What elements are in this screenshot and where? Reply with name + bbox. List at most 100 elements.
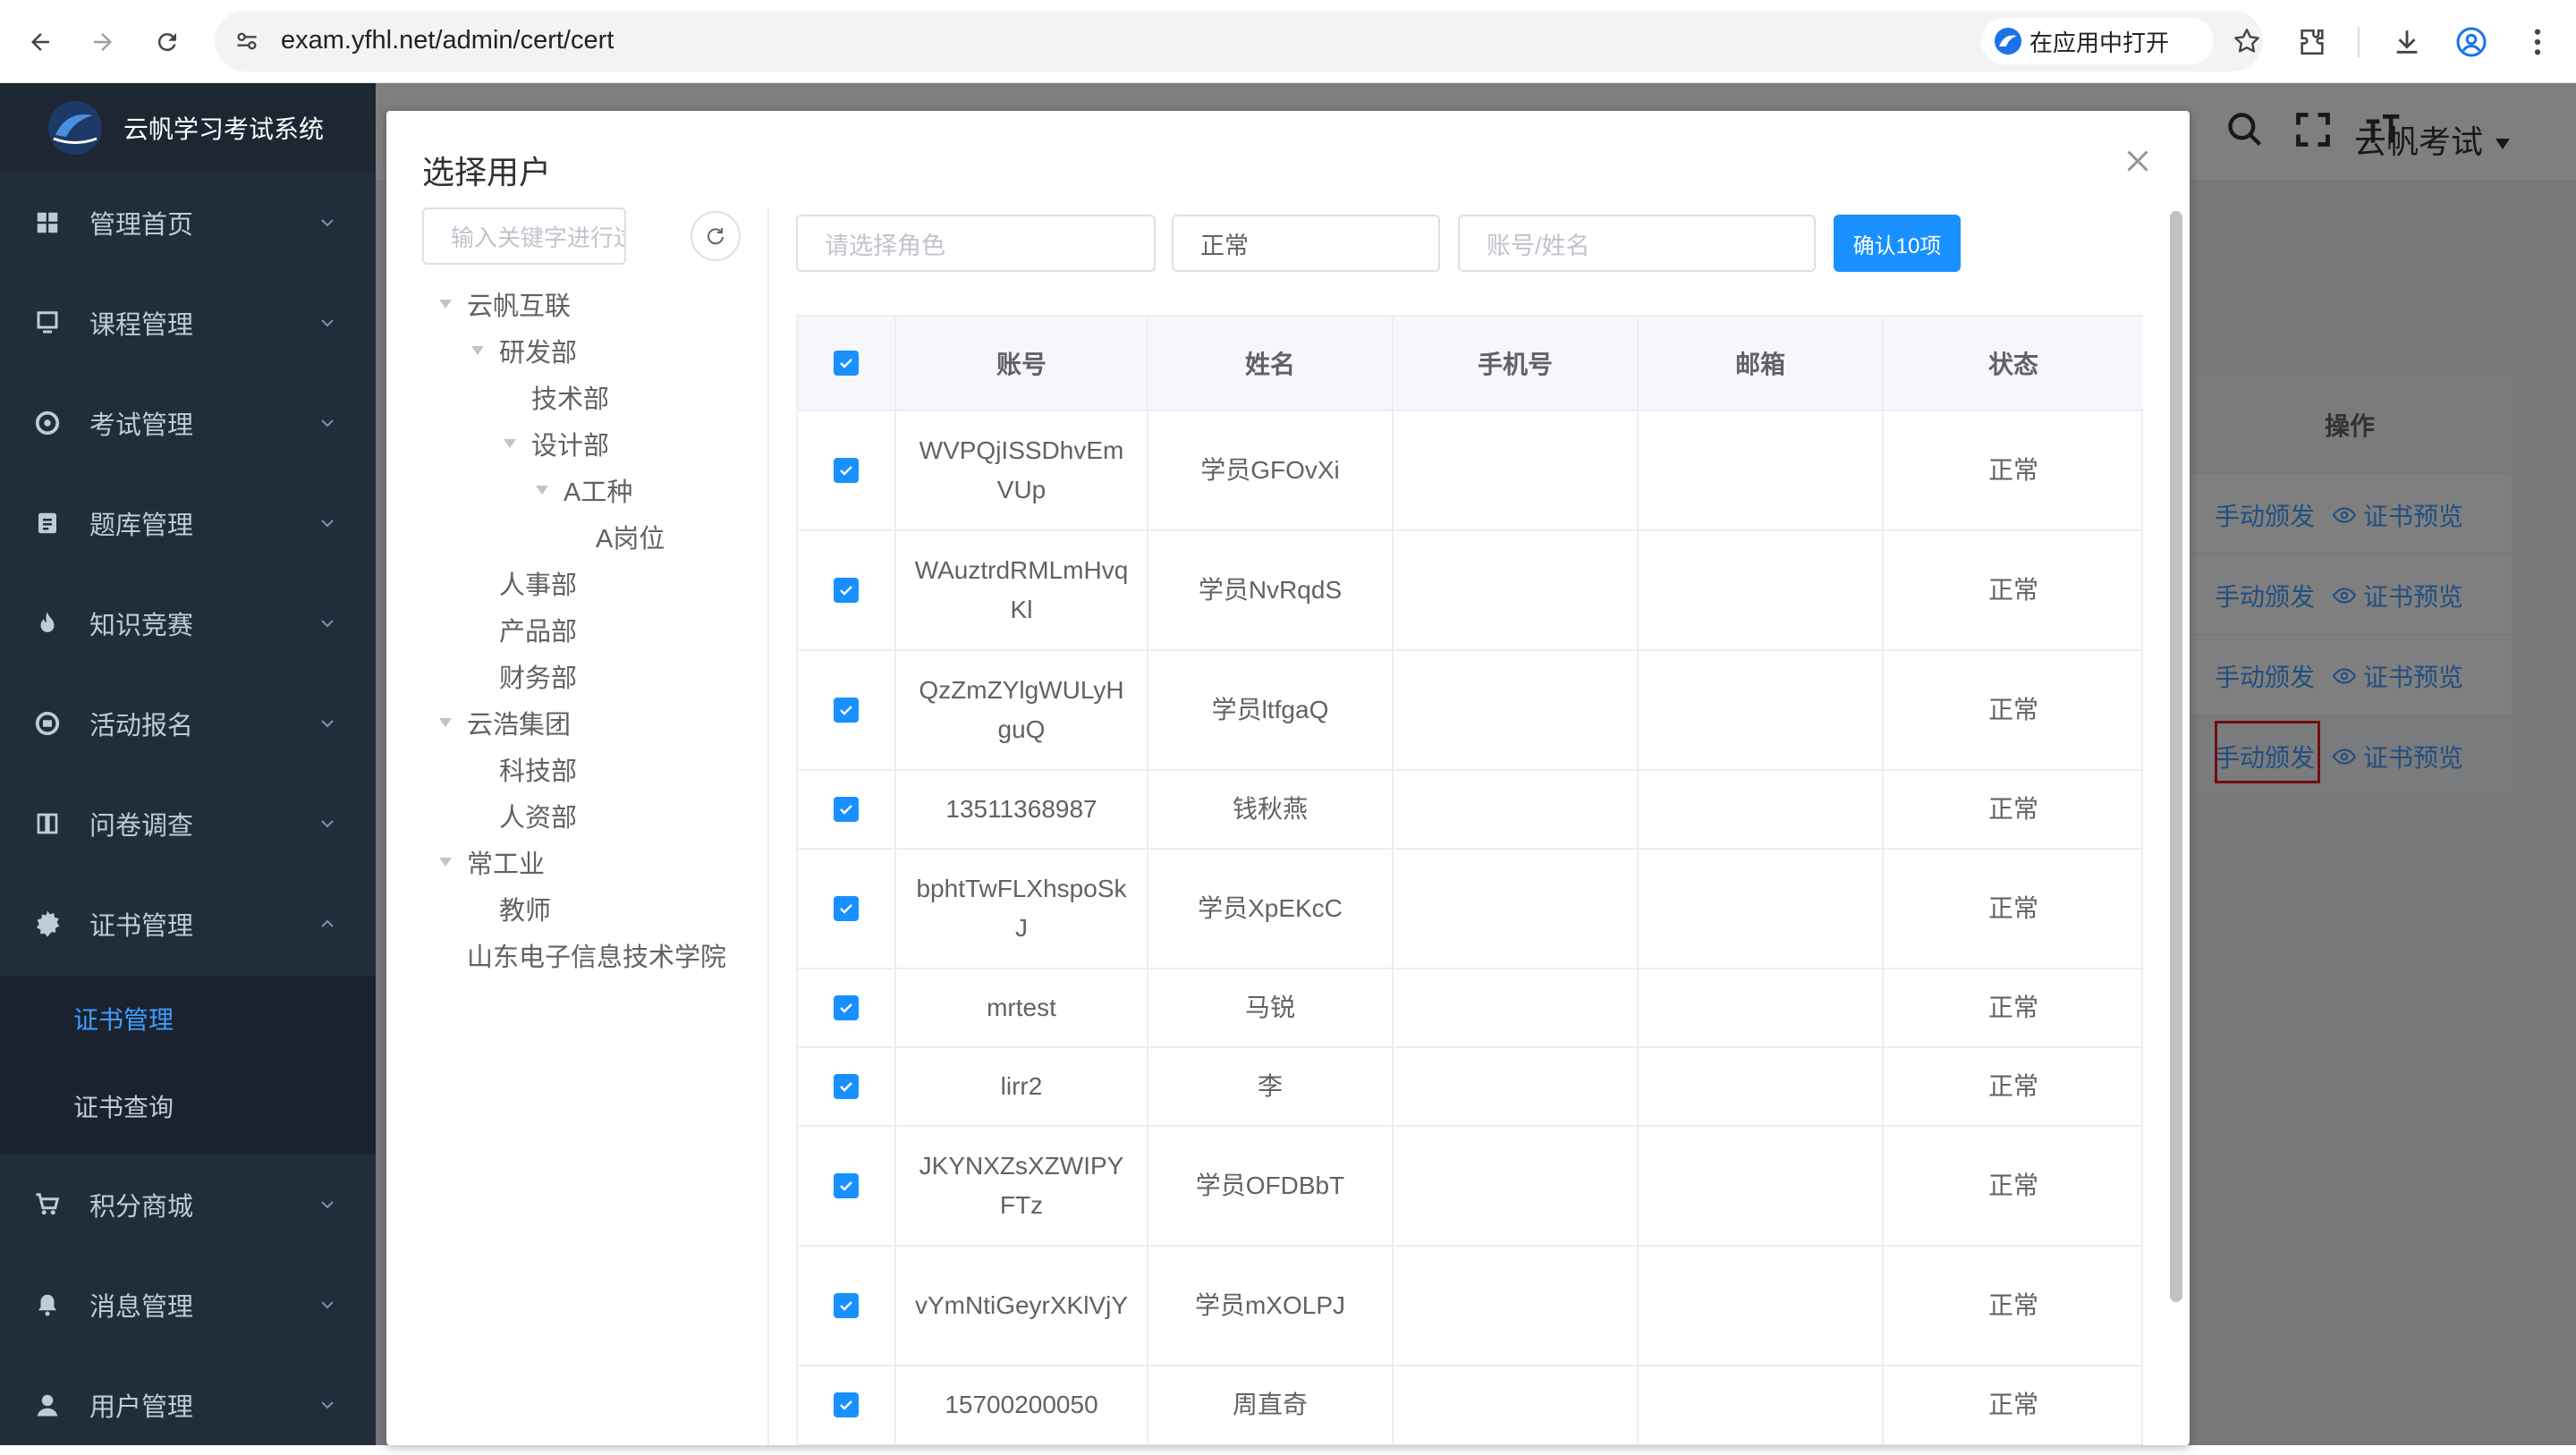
table-row[interactable] — [798, 531, 896, 651]
tree-node-tech[interactable]: 技术部 — [497, 377, 609, 417]
row-checkbox[interactable] — [834, 698, 859, 723]
tree-node-product[interactable]: 产品部 — [465, 610, 577, 649]
caret-down-icon[interactable] — [433, 292, 458, 317]
table-row[interactable] — [798, 1247, 896, 1366]
phone-cell — [1394, 850, 1639, 969]
close-icon[interactable] — [2122, 145, 2154, 177]
tree-node-label: 云浩集团 — [467, 711, 572, 740]
chevron-down-icon — [321, 520, 334, 528]
sidebar-item-label: 用户管理 — [89, 1393, 194, 1422]
tree-refresh-button[interactable] — [691, 211, 741, 261]
sidebar-item-messages[interactable]: 消息管理 — [0, 1255, 376, 1355]
status-cell: 正常 — [1884, 1048, 2143, 1127]
status-cell: 正常 — [1884, 969, 2143, 1048]
tree-node-finance[interactable]: 财务部 — [465, 656, 577, 696]
account-search-input[interactable]: 账号/姓名 — [1458, 215, 1816, 272]
tree-node-a-type[interactable]: A工种 — [530, 470, 632, 510]
table-row[interactable] — [798, 651, 896, 771]
column-header-status: 状态 — [1884, 317, 2143, 411]
caret-down-icon[interactable] — [433, 710, 458, 735]
tree-node-hr2[interactable]: 人资部 — [465, 796, 577, 835]
open-in-app-button[interactable]: 在应用中打开 — [1981, 18, 2214, 64]
site-info-icon[interactable] — [225, 20, 268, 63]
sidebar-item-question-bank[interactable]: 题库管理 — [0, 473, 376, 573]
row-checkbox[interactable] — [834, 1173, 859, 1198]
tree-filter-input[interactable]: 输入关键字进行过滤 — [422, 207, 626, 265]
caret-down-icon[interactable] — [433, 850, 458, 875]
tree-node-hr[interactable]: 人事部 — [465, 563, 577, 603]
caret-down-icon[interactable] — [465, 338, 490, 363]
account-cell: vYmNtiGeyrXKlVjY — [896, 1247, 1148, 1366]
row-checkbox[interactable] — [834, 1293, 859, 1318]
select-all-checkbox[interactable] — [834, 351, 859, 376]
tree-node-teacher[interactable]: 教师 — [465, 889, 551, 928]
check-icon — [840, 805, 852, 815]
sidebar-item-certificate[interactable]: 证书管理 — [0, 874, 376, 974]
bookmark-star-icon[interactable] — [2225, 20, 2268, 63]
status-cell: 正常 — [1884, 411, 2143, 531]
status-select[interactable]: 正常 — [1172, 215, 1440, 272]
sidebar-item-activity[interactable]: 活动报名 — [0, 673, 376, 774]
chevron-down-icon — [321, 1301, 334, 1309]
sidebar-item-survey[interactable]: 问卷调查 — [0, 774, 376, 874]
tree-node-yunhao[interactable]: 云浩集团 — [433, 703, 571, 742]
tree-node-science[interactable]: 科技部 — [465, 749, 577, 789]
sidebar-item-label: 管理首页 — [89, 211, 194, 240]
status-cell: 正常 — [1884, 771, 2143, 850]
dialog-title: 选择用户 — [422, 154, 552, 190]
row-checkbox[interactable] — [834, 896, 859, 921]
sidebar-item-users[interactable]: 用户管理 — [0, 1355, 376, 1455]
row-checkbox[interactable] — [834, 1392, 859, 1417]
caret-down-icon[interactable] — [530, 478, 555, 503]
logo-text: 云帆学习考试系统 — [123, 115, 325, 143]
confirm-button[interactable]: 确认10项 — [1834, 215, 1961, 272]
more-menu-icon[interactable] — [2515, 20, 2560, 64]
panel-divider — [767, 207, 769, 1445]
url-text[interactable]: exam.yfhl.net/admin/cert/cert — [281, 26, 614, 55]
logo[interactable]: 云帆学习考试系统 — [0, 83, 376, 173]
profile-icon[interactable] — [2449, 20, 2494, 64]
tree-node-changgongye[interactable]: 常工业 — [433, 842, 545, 882]
table-row[interactable] — [798, 1048, 896, 1127]
submenu-cert-manage[interactable]: 证书管理 — [73, 1001, 174, 1036]
sidebar-item-contest[interactable]: 知识竞赛 — [0, 573, 376, 673]
caret-down-icon[interactable] — [497, 431, 522, 456]
row-checkbox[interactable] — [834, 797, 859, 822]
sidebar-item-exam[interactable]: 考试管理 — [0, 373, 376, 473]
role-select[interactable]: 请选择角色 — [796, 215, 1156, 272]
sidebar-item-label: 证书管理 — [89, 912, 194, 941]
name-cell: 李 — [1148, 1048, 1394, 1127]
tree-node-shandong[interactable]: 山东电子信息技术学院 — [433, 935, 726, 975]
browser-toolbar: exam.yfhl.net/admin/cert/cert 在应用中打开 — [0, 0, 2576, 83]
tree-node-a-post[interactable]: A岗位 — [562, 517, 665, 556]
tree-node-yunfan[interactable]: 云帆互联 — [433, 284, 571, 324]
row-checkbox[interactable] — [834, 995, 859, 1020]
table-row[interactable] — [798, 1127, 896, 1247]
tree-node-rd[interactable]: 研发部 — [465, 331, 577, 370]
sidebar-item-course[interactable]: 课程管理 — [0, 273, 376, 373]
row-checkbox[interactable] — [834, 578, 859, 603]
sidebar-item-points-mall[interactable]: 积分商城 — [0, 1155, 376, 1255]
submenu-cert-query[interactable]: 证书查询 — [73, 1088, 174, 1124]
dialog-scrollbar-thumb[interactable] — [2170, 211, 2182, 1302]
reload-icon[interactable] — [145, 20, 190, 64]
sidebar-item-dashboard[interactable]: 管理首页 — [0, 173, 376, 273]
row-checkbox[interactable] — [834, 1074, 859, 1099]
address-bar[interactable]: exam.yfhl.net/admin/cert/cert 在应用中打开 — [215, 11, 2263, 72]
header-label: 邮箱 — [1734, 351, 1785, 378]
table-row[interactable] — [798, 411, 896, 531]
table-row[interactable] — [798, 969, 896, 1048]
download-icon[interactable] — [2385, 20, 2429, 64]
row-checkbox[interactable] — [834, 458, 859, 483]
dashboard-icon — [32, 207, 63, 238]
header-label: 手机号 — [1477, 351, 1553, 378]
sidebar-item-label: 课程管理 — [89, 311, 194, 340]
back-icon[interactable] — [18, 20, 63, 64]
extensions-icon[interactable] — [2290, 20, 2334, 64]
table-row[interactable] — [798, 771, 896, 850]
tree-node-design[interactable]: 设计部 — [497, 424, 609, 463]
forward-icon[interactable] — [80, 20, 125, 64]
table-row[interactable] — [798, 850, 896, 969]
table-row[interactable] — [798, 1366, 896, 1445]
